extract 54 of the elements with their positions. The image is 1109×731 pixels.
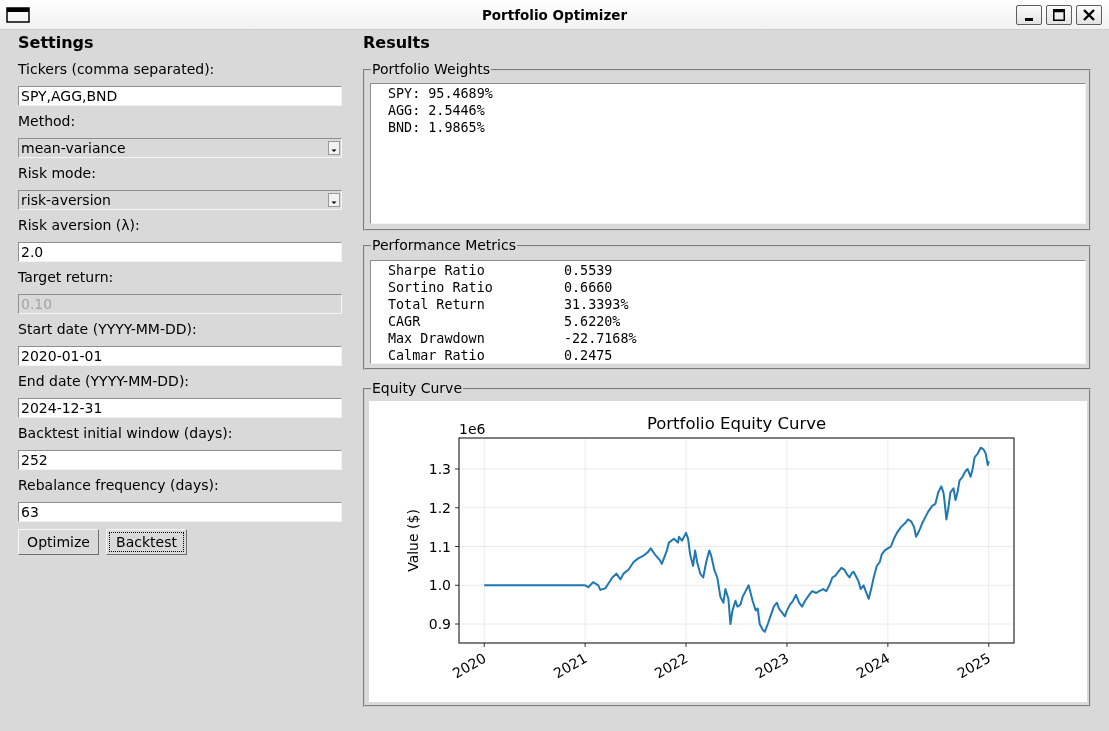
section-heading: Results	[363, 33, 430, 53]
field-label: Tickers (comma separated):	[18, 60, 215, 78]
minimize-button[interactable]	[1016, 4, 1042, 25]
metric-name: Sharpe Ratio	[388, 262, 485, 279]
group-title: Equity Curve	[371, 380, 464, 397]
text-field[interactable]: 2.0	[18, 242, 342, 262]
window-icon	[6, 6, 30, 23]
metric-value: 0.2475	[564, 347, 613, 364]
tick-label: 0.9	[428, 616, 451, 632]
metric-name: Sortino Ratio	[388, 279, 493, 296]
metric-value: 0.6660	[564, 279, 613, 296]
tick-label: 1.1	[428, 538, 451, 555]
field-label: Risk aversion (λ):	[18, 216, 140, 234]
metric-name: Total Return	[388, 296, 485, 313]
maximize-icon	[1053, 8, 1065, 21]
axis-offset-label: 1e6	[459, 421, 486, 437]
text-field[interactable]: 2020-01-01	[18, 346, 342, 366]
dropdown[interactable]: mean-variance	[18, 138, 342, 158]
close-icon	[1083, 8, 1095, 21]
field-label: Start date (YYYY-MM-DD):	[18, 320, 197, 338]
section-heading: Settings	[18, 33, 94, 53]
window-title: Portfolio Optimizer	[481, 6, 628, 23]
tick-label: 1.3	[428, 461, 451, 477]
metric-value: 31.3393%	[564, 296, 629, 313]
text-field[interactable]: 2024-12-31	[18, 398, 342, 418]
tick-label: 1.2	[428, 499, 451, 516]
close-button[interactable]	[1076, 4, 1102, 25]
metric-name: CAGR	[388, 313, 421, 330]
metric-name: Calmar Ratio	[388, 347, 485, 364]
field-label: Backtest initial window (days):	[18, 424, 233, 442]
chart-title: Portfolio Equity Curve	[646, 414, 827, 433]
metric-value: -22.7168%	[564, 330, 637, 347]
text-field[interactable]: 63	[18, 502, 342, 522]
action-button[interactable]: Backtest	[106, 529, 187, 555]
minimize-icon	[1025, 17, 1033, 21]
field-label: Method:	[18, 112, 76, 130]
axis-label: Value ($)	[405, 509, 421, 572]
maximize-button[interactable]	[1046, 4, 1072, 25]
field-label: Target return:	[18, 268, 114, 286]
dropdown[interactable]: risk-aversion	[18, 190, 342, 210]
weight-line: BND: 1.9865%	[388, 119, 485, 136]
tick-label: 1.0	[428, 577, 451, 594]
text-field[interactable]: 252	[18, 450, 342, 470]
field-label: Rebalance frequency (days):	[18, 476, 219, 494]
metric-name: Max Drawdown	[388, 330, 485, 347]
weight-line: AGG: 2.5446%	[388, 102, 485, 119]
weight-line: SPY: 95.4689%	[388, 85, 493, 102]
metric-value: 5.6220%	[564, 313, 621, 330]
metric-value: 0.5539	[564, 262, 613, 279]
field-label: Risk mode:	[18, 164, 96, 182]
action-button[interactable]: Optimize	[18, 529, 99, 555]
text-field[interactable]: SPY,AGG,BND	[18, 86, 342, 106]
field-label: End date (YYYY-MM-DD):	[18, 372, 190, 390]
group-title: Portfolio Weights	[371, 61, 492, 78]
